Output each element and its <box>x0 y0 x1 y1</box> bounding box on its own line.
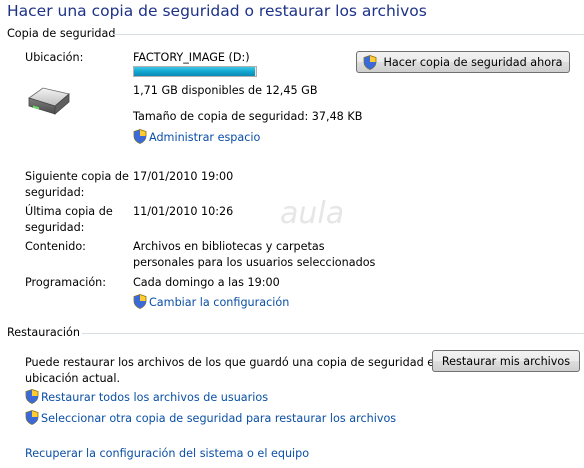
backup-section-divider <box>112 34 584 35</box>
last-backup-label-line2: seguridad: <box>25 221 85 234</box>
select-other-backup-link-label: Seleccionar otra copia de seguridad para… <box>41 412 397 425</box>
manage-space-link-label: Administrar espacio <box>149 131 261 144</box>
disk-space-bar-fill <box>134 67 255 76</box>
restore-section-divider <box>82 333 584 334</box>
restore-description-line1: Puede restaurar los archivos de los que … <box>25 356 455 369</box>
page-title: Hacer una copia de seguridad o restaurar… <box>7 2 427 20</box>
restore-description-line2: ubicación actual. <box>25 372 121 385</box>
restore-all-users-link[interactable]: Restaurar todos los archivos de usuarios <box>25 389 268 404</box>
contents-value-line2: personales para los usuarios seleccionad… <box>133 256 376 269</box>
backup-now-button[interactable]: Hacer copia de seguridad ahora <box>356 51 570 73</box>
location-label: Ubicación: <box>25 51 84 64</box>
manage-space-link[interactable]: Administrar espacio <box>133 129 260 144</box>
shield-icon <box>133 129 147 144</box>
change-settings-link[interactable]: Cambiar la configuración <box>133 294 289 309</box>
shield-icon <box>133 294 147 309</box>
next-backup-label-line1: Siguiente copia de <box>25 170 129 183</box>
change-settings-link-label: Cambiar la configuración <box>149 296 290 309</box>
next-backup-value: 17/01/2010 19:00 <box>133 170 234 183</box>
backup-size-text: Tamaño de copia de seguridad: 37,48 KB <box>133 110 363 123</box>
space-available-text: 1,71 GB disponibles de 12,45 GB <box>133 84 318 97</box>
last-backup-value: 11/01/2010 10:26 <box>133 205 234 218</box>
next-backup-label-line2: seguridad: <box>25 186 85 199</box>
schedule-value: Cada domingo a las 19:00 <box>133 276 280 289</box>
hard-drive-icon <box>28 87 70 115</box>
watermark: aula <box>280 196 345 231</box>
recover-system-link[interactable]: Recuperar la configuración del sistema o… <box>25 447 309 460</box>
last-backup-label-line1: Última copia de <box>25 205 113 218</box>
backup-now-button-label: Hacer copia de seguridad ahora <box>383 55 563 69</box>
restore-my-files-button-label: Restaurar mis archivos <box>441 354 571 368</box>
location-value: FACTORY_IMAGE (D:) <box>133 51 250 64</box>
contents-value-line1: Archivos en bibliotecas y carpetas <box>133 240 325 253</box>
shield-icon <box>364 54 377 70</box>
shield-icon <box>25 410 39 425</box>
restore-section-header: Restauración <box>7 326 80 339</box>
disk-space-bar <box>133 66 257 77</box>
schedule-label: Programación: <box>25 276 107 289</box>
select-other-backup-link[interactable]: Seleccionar otra copia de seguridad para… <box>25 410 396 425</box>
restore-my-files-button[interactable]: Restaurar mis archivos <box>432 350 580 372</box>
shield-icon <box>25 389 39 404</box>
backup-section-header: Copia de seguridad <box>7 27 116 40</box>
restore-all-users-link-label: Restaurar todos los archivos de usuarios <box>41 391 269 404</box>
contents-label: Contenido: <box>25 240 86 253</box>
